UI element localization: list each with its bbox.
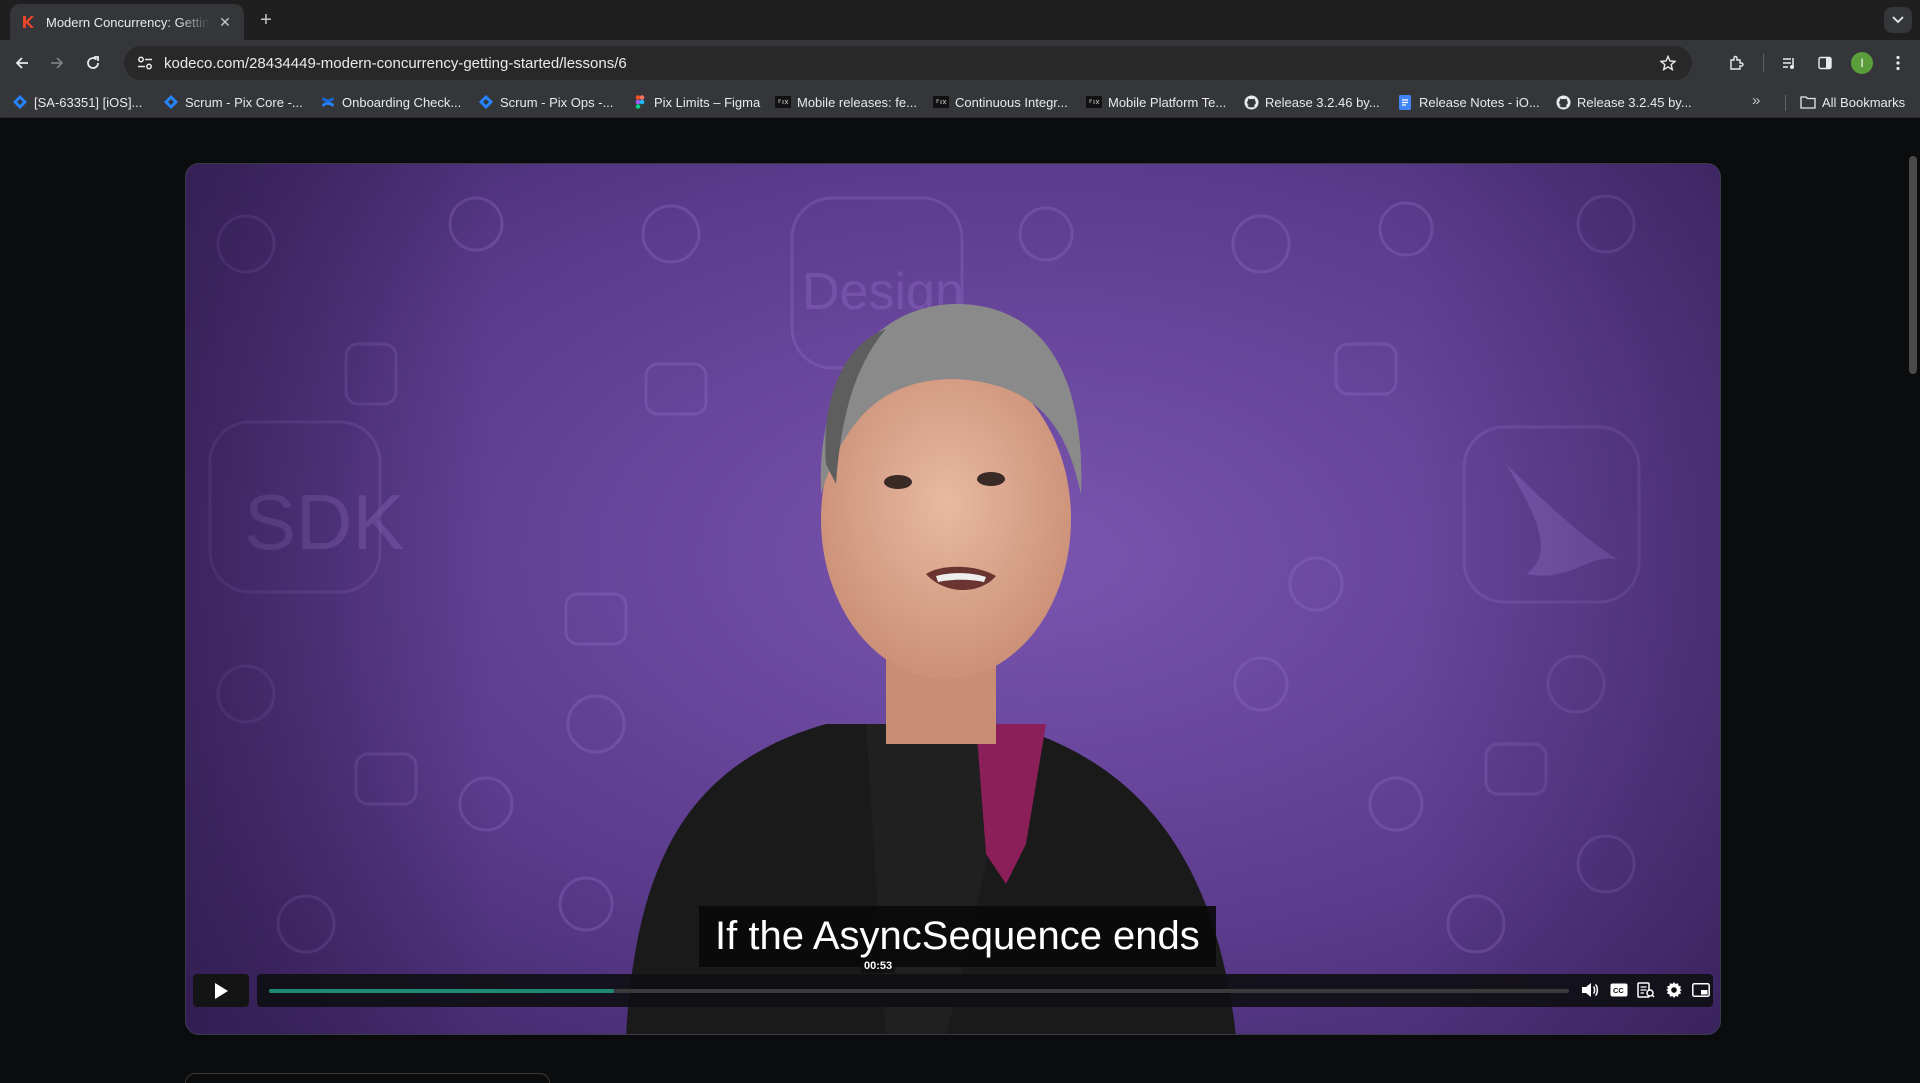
bookmark-label: Scrum - Pix Core -... — [185, 94, 303, 110]
bookmark-label: Scrum - Pix Ops -... — [500, 94, 614, 110]
tab-title: Modern Concurrency: Getting Started — [46, 14, 210, 30]
svg-text:CC: CC — [1613, 986, 1624, 995]
captions-icon: CC — [1610, 983, 1628, 997]
progress-fill — [269, 989, 614, 993]
github-icon — [1243, 94, 1259, 110]
more-bookmarks-icon[interactable]: » — [1752, 92, 1760, 109]
bookmark-label: Release Notes - iO... — [1419, 94, 1540, 110]
toolbar-separator — [1763, 54, 1764, 72]
player-controls: CC — [193, 974, 1713, 1007]
bookmark-item[interactable]: Scrum - Pix Ops -... — [478, 92, 613, 112]
more-menu-icon[interactable] — [1886, 51, 1910, 75]
video-player[interactable]: SDK Design If the AsyncSequence ends 00:… — [185, 163, 1721, 1035]
bookmark-item[interactable]: Mobile Platform Te... — [1086, 92, 1226, 112]
all-bookmarks-button[interactable]: All Bookmarks — [1800, 92, 1905, 112]
bookmarks-separator — [1785, 95, 1786, 111]
bookmark-star-icon[interactable] — [1654, 55, 1682, 71]
bookmark-label: Release 3.2.46 by... — [1265, 94, 1380, 110]
bookmark-label: Onboarding Check... — [342, 94, 462, 110]
bookmark-item[interactable]: Release Notes - iO... — [1397, 92, 1540, 112]
confluence-icon — [320, 94, 336, 110]
bookmark-label: Continuous Integr... — [955, 94, 1068, 110]
folder-icon — [1800, 94, 1816, 110]
gear-icon — [1666, 982, 1682, 998]
video-frame: SDK Design — [186, 164, 1720, 1034]
bookmark-item[interactable]: Scrum - Pix Core -... — [163, 92, 303, 112]
reload-button[interactable] — [81, 51, 105, 75]
control-bar: CC — [257, 974, 1713, 1007]
reload-icon — [87, 56, 99, 69]
kodeco-icon — [20, 14, 36, 30]
back-button[interactable] — [10, 51, 34, 75]
pix-icon — [1086, 94, 1102, 110]
bookmark-item[interactable]: Pix Limits – Figma — [632, 92, 760, 112]
settings-button[interactable] — [1663, 979, 1685, 1001]
captions-button[interactable]: CC — [1608, 979, 1630, 1001]
bookmark-label: [SA-63351] [iOS]... — [34, 94, 143, 110]
current-time-tooltip: 00:53 — [861, 959, 896, 973]
browser-tab[interactable]: Modern Concurrency: Getting Started ✕ — [10, 4, 244, 40]
arrow-left-icon — [15, 57, 28, 69]
page-scrollbar[interactable] — [1906, 118, 1920, 1080]
video-caption: If the AsyncSequence ends — [699, 906, 1216, 967]
profile-avatar[interactable]: I — [1851, 52, 1873, 74]
arrow-right-icon — [51, 57, 64, 69]
bookmark-label: Mobile releases: fe... — [797, 94, 917, 110]
volume-icon — [1582, 983, 1599, 997]
content-card — [185, 1073, 550, 1083]
bookmark-label: Pix Limits – Figma — [654, 94, 761, 110]
tab-strip: Modern Concurrency: Getting Started ✕ + — [0, 0, 1920, 40]
chevron-down-icon — [1892, 16, 1904, 24]
page-content: SDK Design If the AsyncSequence ends 00:… — [0, 118, 1920, 1083]
extensions-icon[interactable] — [1724, 51, 1748, 75]
new-tab-button[interactable]: + — [253, 8, 279, 34]
media-control-icon[interactable] — [1777, 51, 1801, 75]
scrollbar-thumb[interactable] — [1909, 156, 1917, 374]
close-tab-icon[interactable]: ✕ — [216, 14, 234, 31]
transcript-icon — [1637, 982, 1655, 998]
volume-button[interactable] — [1579, 979, 1601, 1001]
transcript-button[interactable] — [1635, 979, 1657, 1001]
bookmark-item[interactable]: Onboarding Check... — [320, 92, 461, 112]
jira-icon — [12, 94, 28, 110]
docs-icon — [1397, 94, 1413, 110]
browser-toolbar: kodeco.com/28434449-modern-concurrency-g… — [0, 40, 1920, 86]
tab-search-button[interactable] — [1884, 7, 1912, 33]
jira-icon — [478, 94, 494, 110]
play-icon — [215, 982, 228, 999]
picture-in-picture-button[interactable] — [1690, 979, 1712, 1001]
github-icon — [1555, 94, 1571, 110]
pix-icon — [933, 94, 949, 110]
bookmark-label: Release 3.2.45 by... — [1577, 94, 1692, 110]
side-panel-icon[interactable] — [1813, 51, 1837, 75]
bookmark-item[interactable]: Mobile releases: fe... — [775, 92, 917, 112]
bookmark-label: Mobile Platform Te... — [1108, 94, 1227, 110]
url-text: kodeco.com/28434449-modern-concurrency-g… — [164, 54, 627, 72]
bookmarks-bar: [SA-63351] [iOS]... Scrum - Pix Core -..… — [0, 86, 1920, 118]
progress-track[interactable] — [269, 989, 1569, 993]
site-info-icon[interactable] — [132, 56, 158, 70]
figma-icon — [632, 94, 648, 110]
forward-button[interactable] — [45, 51, 69, 75]
picture-in-picture-icon — [1692, 983, 1710, 997]
bookmark-item[interactable]: [SA-63351] [iOS]... — [12, 92, 142, 112]
all-bookmarks-label: All Bookmarks — [1822, 94, 1906, 110]
bookmark-item[interactable]: Release 3.2.46 by... — [1243, 92, 1380, 112]
bookmark-item[interactable]: Continuous Integr... — [933, 92, 1068, 112]
bookmark-item[interactable]: Release 3.2.45 by... — [1555, 92, 1692, 112]
address-bar[interactable]: kodeco.com/28434449-modern-concurrency-g… — [124, 46, 1692, 80]
play-button[interactable] — [193, 974, 249, 1007]
pix-icon — [775, 94, 791, 110]
jira-icon — [163, 94, 179, 110]
